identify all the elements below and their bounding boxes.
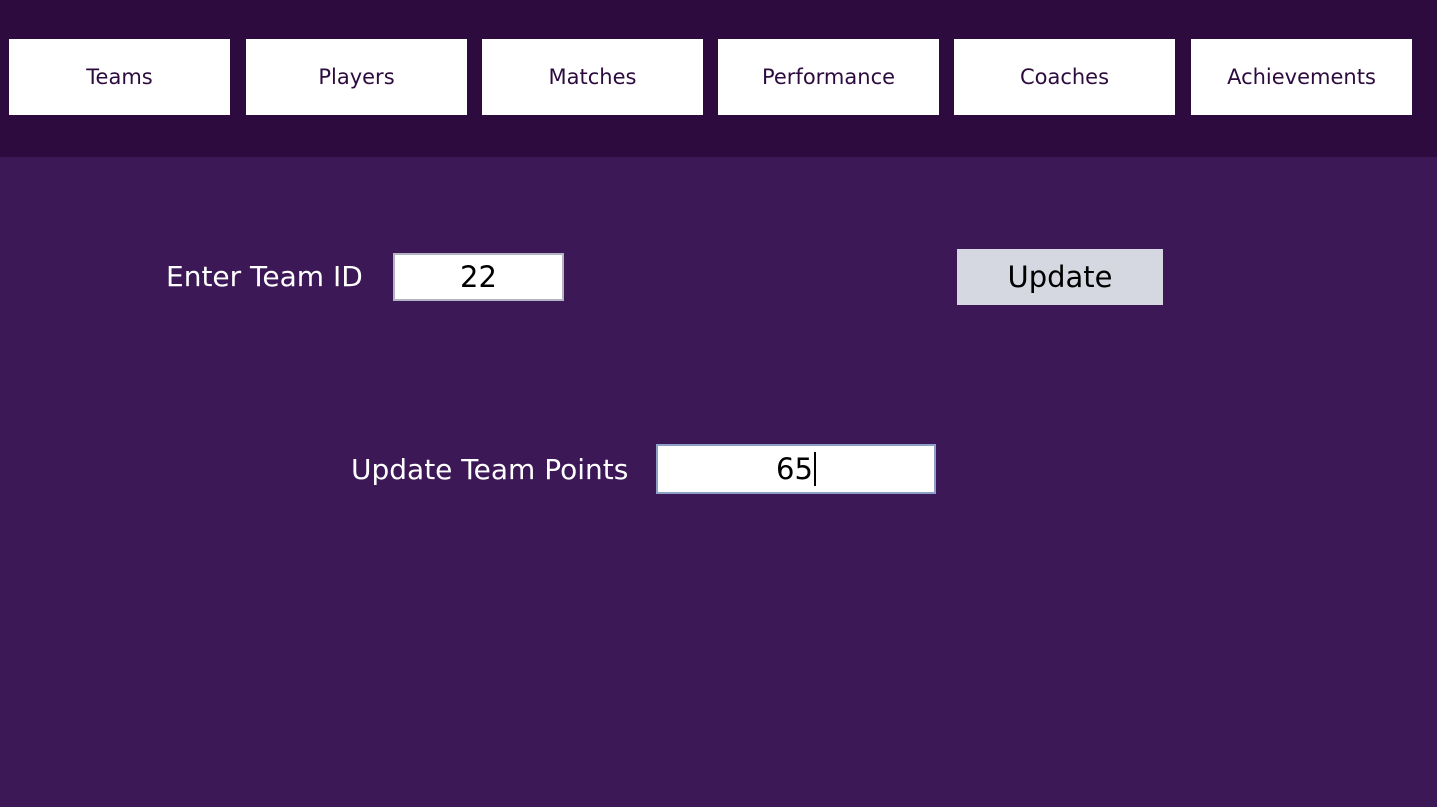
team-points-input[interactable]: 65 (656, 444, 936, 494)
nav-achievements-button[interactable]: Achievements (1191, 39, 1412, 115)
nav-teams-button[interactable]: Teams (9, 39, 230, 115)
team-id-value: 22 (460, 260, 497, 294)
nav-coaches-button[interactable]: Coaches (954, 39, 1175, 115)
nav-matches-button[interactable]: Matches (482, 39, 703, 115)
nav-players-button[interactable]: Players (246, 39, 467, 115)
top-navigation-bar: Teams Players Matches Performance Coache… (0, 0, 1437, 157)
team-id-input[interactable]: 22 (393, 253, 564, 301)
team-points-label: Update Team Points (351, 453, 629, 486)
update-button[interactable]: Update (957, 249, 1163, 305)
team-id-label: Enter Team ID (166, 260, 363, 293)
team-points-value: 65 (776, 452, 813, 486)
nav-performance-button[interactable]: Performance (718, 39, 939, 115)
text-cursor (813, 452, 816, 486)
